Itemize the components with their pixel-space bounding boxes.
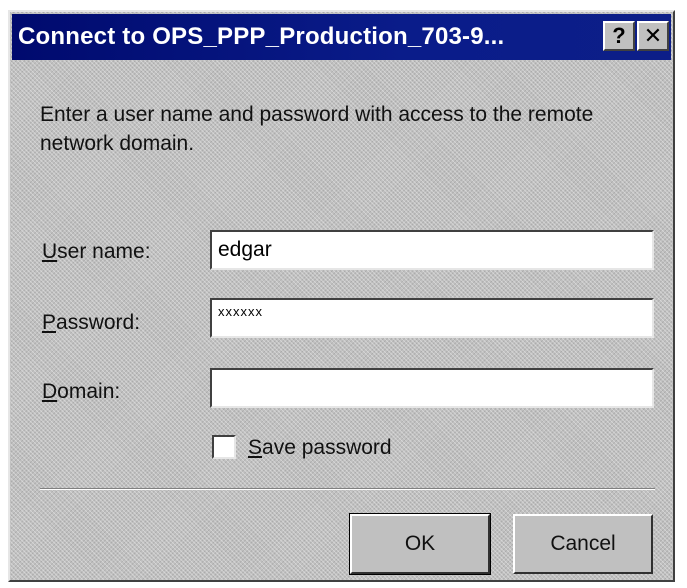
domain-input[interactable]	[210, 368, 654, 408]
connect-dialog: Connect to OPS_PPP_Production_703-9... ?…	[8, 10, 675, 582]
password-label: Password:	[42, 311, 140, 335]
domain-label: Domain:	[42, 380, 120, 404]
domain-label-text: omain:	[57, 380, 121, 403]
username-label-accel: U	[42, 240, 58, 263]
instruction-text: Enter a user name and password with acce…	[40, 103, 594, 155]
close-button[interactable]: ✕	[637, 21, 669, 51]
save-password-accel: S	[248, 436, 263, 459]
save-password-checkbox[interactable]	[212, 435, 236, 459]
close-icon: ✕	[643, 23, 663, 48]
domain-label-accel: D	[42, 380, 58, 403]
ok-button[interactable]: OK	[349, 513, 491, 575]
username-label-text: ser name:	[57, 240, 151, 263]
password-label-text: assword:	[56, 311, 141, 334]
separator-line	[40, 488, 655, 490]
username-label: User name:	[42, 240, 151, 264]
save-password-text: ave password	[262, 436, 392, 459]
help-button[interactable]: ?	[603, 21, 635, 51]
password-label-accel: P	[42, 311, 57, 334]
username-input[interactable]: edgar	[210, 230, 654, 270]
password-input[interactable]: xxxxxx	[210, 298, 654, 338]
help-icon: ?	[612, 23, 626, 48]
cancel-button[interactable]: Cancel	[513, 514, 653, 574]
title-bar[interactable]: Connect to OPS_PPP_Production_703-9... ?…	[12, 14, 671, 60]
dialog-title: Connect to OPS_PPP_Production_703-9...	[18, 23, 505, 50]
save-password-label[interactable]: Save password	[248, 436, 392, 460]
